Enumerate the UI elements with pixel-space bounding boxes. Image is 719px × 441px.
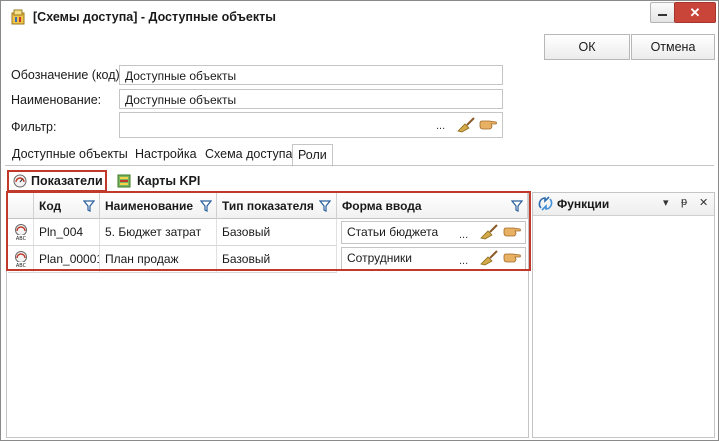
broom-icon[interactable] <box>479 250 499 266</box>
cell-type[interactable]: Базовый <box>217 219 337 246</box>
pointing-hand-icon[interactable] <box>479 119 498 131</box>
close-icon: ✕ <box>689 5 701 20</box>
tab-access-scheme[interactable]: Схема доступа <box>200 144 297 165</box>
svg-text:ABC: ABC <box>16 263 27 268</box>
functions-panel: Функции ▾ ᵽ ✕ <box>532 192 715 438</box>
ok-button[interactable]: ОК <box>544 34 630 60</box>
input-form-ellipsis-button[interactable]: ... <box>459 251 468 272</box>
pointing-hand-icon[interactable] <box>503 226 522 238</box>
functions-panel-title: Функции <box>557 197 610 211</box>
functions-panel-header: Функции ▾ ᵽ ✕ <box>533 193 714 216</box>
window-title: [Схемы доступа] - Доступные объекты <box>33 10 276 24</box>
filter-funnel-icon[interactable] <box>319 200 331 212</box>
code-field[interactable]: Доступные объекты <box>119 65 503 85</box>
panel-close-icon[interactable]: ✕ <box>699 196 708 209</box>
column-header-name-label: Наименование <box>105 199 194 213</box>
pin-icon[interactable]: ᵽ <box>681 196 687 208</box>
subtab-indicators-label: Показатели <box>31 174 103 188</box>
table-row-icon-cell: ABC <box>8 246 34 273</box>
broom-icon[interactable] <box>479 224 499 240</box>
cell-code[interactable]: Plan_00001 <box>34 246 100 273</box>
input-form-ellipsis-button[interactable]: ... <box>459 225 468 246</box>
cancel-button[interactable]: Отмена <box>631 34 715 60</box>
svg-text:ABC: ABC <box>16 236 27 241</box>
subtab-kpi-cards-label: Карты KPI <box>137 174 201 188</box>
cell-code[interactable]: Pln_004 <box>34 219 100 246</box>
filter-field[interactable]: ... <box>119 112 503 138</box>
indicator-abc-icon: ABC <box>13 224 29 241</box>
filter-funnel-icon[interactable] <box>511 200 523 212</box>
name-field[interactable]: Доступные объекты <box>119 89 503 109</box>
filter-label: Фильтр: <box>11 120 57 134</box>
kpi-card-icon <box>117 174 131 188</box>
grid-header-icon-column <box>8 193 34 219</box>
cell-type[interactable]: Базовый <box>217 246 337 273</box>
tabs-divider <box>5 165 714 166</box>
subtab-kpi-cards[interactable]: Карты KPI <box>113 170 223 192</box>
panel-menu-icon[interactable]: ▾ <box>663 196 669 209</box>
subtab-indicators[interactable]: Показатели <box>7 170 107 192</box>
filter-funnel-icon[interactable] <box>200 200 212 212</box>
input-form-field[interactable]: Статьи бюджета ... <box>341 221 526 244</box>
input-form-field[interactable]: Сотрудники ... <box>341 247 526 270</box>
tab-available-objects[interactable]: Доступные объекты <box>7 144 133 165</box>
pointing-hand-icon[interactable] <box>503 252 522 264</box>
minimize-button[interactable] <box>650 2 675 23</box>
tab-roles[interactable]: Роли <box>292 144 333 167</box>
filter-funnel-icon[interactable] <box>83 200 95 212</box>
column-header-input-form[interactable]: Форма ввода <box>337 193 528 219</box>
column-header-name[interactable]: Наименование <box>100 193 217 219</box>
minimize-icon <box>658 14 667 16</box>
column-header-code[interactable]: Код <box>34 193 100 219</box>
app-icon <box>11 9 25 25</box>
column-header-type-label: Тип показателя <box>222 199 314 213</box>
gauge-icon <box>13 174 27 188</box>
column-header-input-form-label: Форма ввода <box>342 199 422 213</box>
column-header-type[interactable]: Тип показателя <box>217 193 337 219</box>
column-header-code-label: Код <box>39 199 62 213</box>
cell-name[interactable]: 5. Бюджет затрат <box>100 219 217 246</box>
cell-name[interactable]: План продаж <box>100 246 217 273</box>
filter-ellipsis-button[interactable]: ... <box>436 120 445 132</box>
title-bar: [Схемы доступа] - Доступные объекты ✕ <box>1 1 718 31</box>
indicator-abc-icon: ABC <box>13 251 29 268</box>
table-row-icon-cell: ABC <box>8 219 34 246</box>
dialog-window: [Схемы доступа] - Доступные объекты ✕ ОК… <box>0 0 719 441</box>
code-label: Обозначение (код): <box>11 68 124 82</box>
input-form-value: Сотрудники <box>347 251 412 265</box>
name-label: Наименование: <box>11 93 102 107</box>
close-window-button[interactable]: ✕ <box>674 2 716 23</box>
input-form-value: Статьи бюджета <box>347 225 439 239</box>
functions-icon <box>538 196 553 211</box>
broom-icon[interactable] <box>456 117 476 133</box>
tab-settings[interactable]: Настройка <box>130 144 202 165</box>
